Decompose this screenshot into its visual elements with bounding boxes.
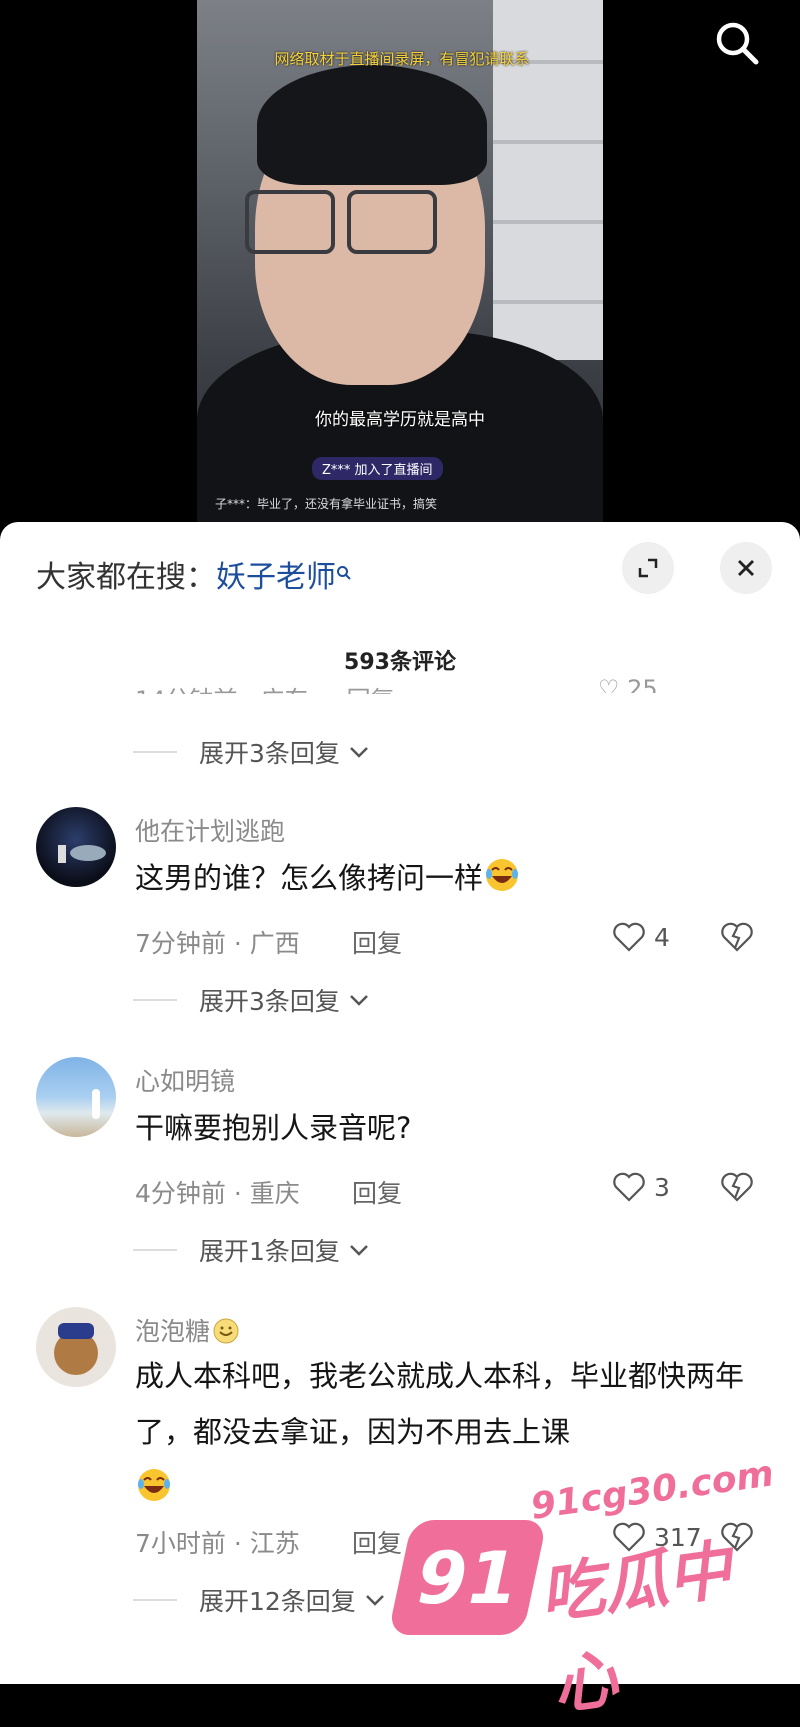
like-count: 3 [654,1172,670,1202]
expand-icon[interactable] [622,542,674,594]
comment-meta: 7分钟前 · 广西 [135,929,300,958]
like-button[interactable]: 4 [612,922,670,952]
hot-search-label: 大家都在搜： [36,560,216,595]
watermark-text: 吃瓜中心 [535,1533,736,1725]
reply-button[interactable]: 回复 [352,924,402,960]
laugh-cry-emoji-icon [138,1469,170,1501]
laugh-cry-emoji-icon [486,859,519,891]
live-join-notice: Z*** 加入了直播间 [312,457,443,480]
reply-button[interactable]: 回复 [352,1524,402,1560]
expand-replies-button[interactable]: 展开3条回复 [133,734,370,770]
hot-search[interactable]: 大家都在搜：妖子老师 [36,552,352,596]
comment-text: 干嘛要抱别人录音呢? [135,1111,412,1145]
partial-comment-like: ♡ 25 [598,675,658,693]
like-count: 4 [654,922,670,952]
avatar[interactable] [36,1057,116,1137]
smile-emoji-icon [213,1318,239,1344]
expand-replies-button[interactable]: 展开12条回复 [133,1582,386,1618]
small-search-icon [337,566,351,580]
chevron-down-icon [350,747,368,758]
like-button[interactable]: 3 [612,1172,670,1202]
expand-replies-button[interactable]: 展开1条回复 [133,1232,370,1268]
watermark: 91cg30.com 91 吃瓜中心 [387,1453,780,1724]
video-frame: 网络取材于直播间录屏，有冒犯请联系 你的最高学历就是高中 Z*** 加入了直播间… [197,0,603,530]
avatar[interactable] [36,807,116,887]
heart-icon [613,922,645,952]
comment-username[interactable]: 泡泡糖 [135,1312,240,1348]
comment-username[interactable]: 心如明镜 [135,1062,235,1098]
glasses-right [347,190,437,254]
video-disclaimer: 网络取材于直播间录屏，有冒犯请联系 [274,50,530,68]
search-icon[interactable] [712,18,762,68]
comment-meta: 4分钟前 · 重庆 [135,1179,300,1208]
heart-icon [613,1172,645,1202]
expand-replies-button[interactable]: 展开3条回复 [133,982,370,1018]
comment-meta: 7小时前 · 江苏 [135,1529,300,1558]
chevron-down-icon [350,1245,368,1256]
streamer-hair [257,65,487,185]
partial-comment-meta: 14分钟前 · 广东 回复 [135,680,395,694]
comment-count: 593条评论 [344,650,456,675]
reply-button[interactable]: 回复 [352,1174,402,1210]
chevron-down-icon [350,995,368,1006]
broken-heart-icon[interactable] [720,922,754,956]
video-subtitle: 你的最高学历就是高中 [315,410,485,430]
comment-username[interactable]: 他在计划逃跑 [135,812,285,848]
chevron-down-icon [365,1595,384,1606]
hot-search-keyword[interactable]: 妖子老师 [216,560,336,595]
glasses-left [245,190,335,254]
avatar[interactable] [36,1307,116,1387]
comment-text: 这男的谁？怎么像拷问一样 [135,850,755,906]
broken-heart-icon[interactable] [720,1172,754,1206]
video-player[interactable]: 网络取材于直播间录屏，有冒犯请联系 你的最高学历就是高中 Z*** 加入了直播间… [0,0,800,530]
live-chat-message: 子***：毕业了，还没有拿毕业证书，搞笑 [215,497,438,511]
close-icon[interactable] [720,542,772,594]
watermark-badge: 91 [387,1520,548,1635]
